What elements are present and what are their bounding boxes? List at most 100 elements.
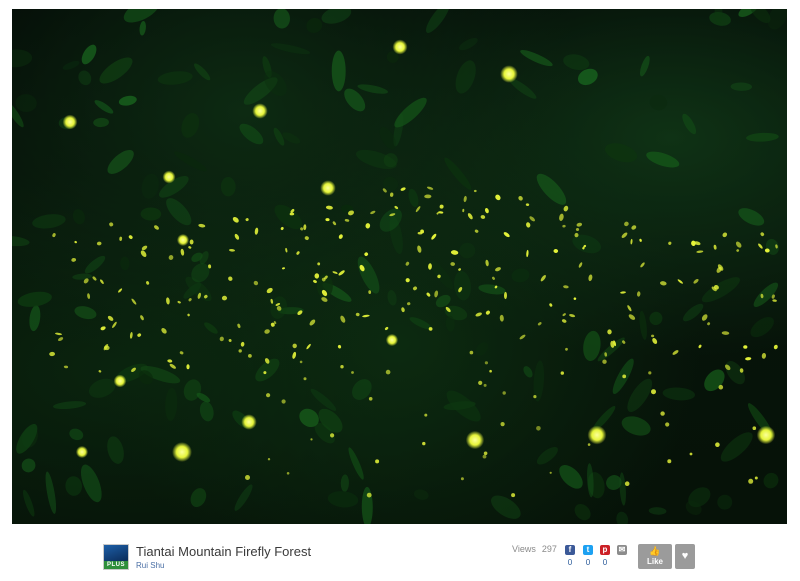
leaf (536, 446, 558, 465)
firefly (640, 262, 645, 268)
firefly (401, 307, 405, 313)
firefly (483, 451, 488, 456)
leaf (118, 95, 137, 106)
photo[interactable] (12, 9, 787, 524)
firefly (168, 255, 174, 260)
leaf (413, 489, 429, 500)
firefly (292, 343, 297, 349)
firefly (417, 245, 422, 253)
firefly (748, 478, 754, 484)
firefly (578, 262, 583, 268)
firefly (267, 458, 271, 461)
leaf (383, 176, 399, 192)
firefly (450, 250, 459, 255)
leaf (387, 290, 397, 306)
leaf (621, 416, 651, 436)
firefly (754, 476, 758, 480)
leaf (181, 113, 200, 138)
favorite-button[interactable]: ♥ (675, 544, 695, 569)
firefly (484, 361, 488, 365)
firefly (188, 298, 192, 302)
facebook-icon[interactable]: f (565, 545, 575, 555)
firefly (281, 399, 286, 404)
firefly (58, 337, 64, 342)
photo-title[interactable]: Tiantai Mountain Firefly Forest (136, 544, 311, 559)
firefly (526, 249, 529, 258)
author-name[interactable]: Rui Shu (136, 561, 164, 570)
leaf (394, 97, 427, 128)
firefly (576, 222, 583, 227)
leaf (717, 494, 733, 510)
share-facebook[interactable]: f 0 (563, 545, 577, 571)
firefly (701, 314, 708, 321)
leaf (523, 366, 533, 378)
firefly (559, 213, 564, 221)
leaf (459, 38, 478, 51)
leaf (454, 270, 471, 301)
firefly (518, 196, 523, 201)
firefly (368, 397, 373, 401)
leaf (574, 504, 591, 521)
email-icon[interactable]: ✉ (617, 545, 627, 555)
leaf (166, 198, 192, 226)
leaf (649, 94, 668, 111)
leaf (12, 49, 33, 68)
leaf (646, 151, 680, 168)
firefly (370, 210, 376, 215)
firefly (736, 249, 740, 252)
firefly (292, 351, 297, 359)
leaf (357, 84, 388, 94)
firefly (98, 370, 102, 373)
firefly (458, 268, 462, 271)
firefly (355, 312, 360, 317)
firefly (131, 298, 137, 305)
firefly-glow (587, 425, 607, 445)
leaf (174, 151, 207, 172)
leaf (12, 235, 30, 247)
leaf (704, 369, 725, 392)
leaf (408, 188, 419, 208)
leaf (72, 209, 85, 225)
share-pinterest[interactable]: p 0 (598, 545, 612, 571)
leaf (270, 43, 311, 55)
firefly (340, 315, 346, 323)
firefly (620, 291, 626, 294)
firefly (266, 287, 273, 294)
leaf (15, 94, 37, 113)
leaf (239, 123, 264, 145)
firefly-glow (320, 180, 336, 196)
firefly (254, 227, 259, 235)
leaf (444, 157, 472, 190)
firefly (648, 371, 652, 375)
firefly (351, 371, 354, 374)
firefly (549, 471, 552, 474)
firefly (562, 313, 566, 317)
firefly (314, 273, 320, 279)
firefly (573, 297, 577, 301)
share-twitter[interactable]: t 0 (581, 545, 595, 571)
share-email[interactable]: ✉ (615, 545, 629, 571)
leaf (361, 486, 373, 524)
leaf (120, 256, 130, 271)
firefly (309, 319, 316, 326)
leaf (190, 488, 207, 508)
firefly (119, 236, 123, 241)
firefly (499, 314, 504, 322)
firefly (186, 364, 190, 370)
firefly-glow (500, 65, 518, 83)
like-button[interactable]: 👍 Like (638, 544, 672, 569)
firefly (672, 350, 679, 355)
firefly (400, 187, 406, 191)
firefly (660, 411, 665, 416)
firefly (330, 433, 335, 438)
firefly (553, 248, 559, 254)
firefly (439, 204, 444, 209)
firefly (627, 305, 632, 312)
firefly (485, 259, 489, 267)
twitter-icon[interactable]: t (583, 545, 593, 555)
leaf (563, 54, 590, 71)
firefly (340, 365, 344, 369)
firefly (100, 326, 106, 331)
author-avatar[interactable]: PLUS (103, 544, 129, 570)
pinterest-icon[interactable]: p (600, 545, 610, 555)
